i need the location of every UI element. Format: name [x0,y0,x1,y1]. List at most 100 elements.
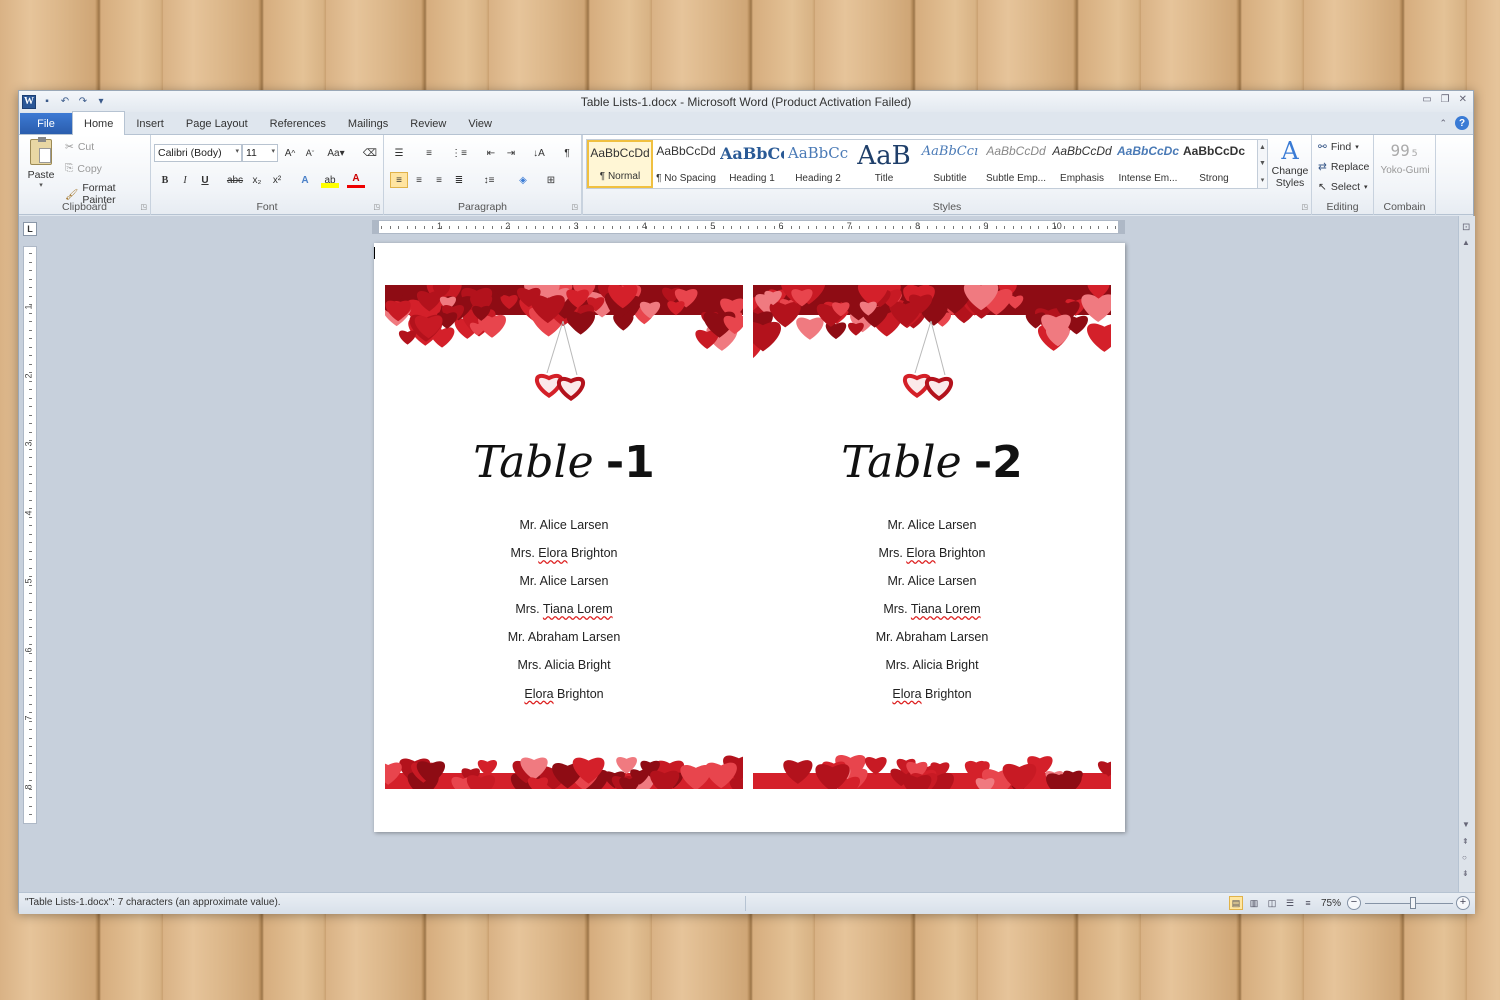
shading-icon[interactable]: ◈ [514,172,532,188]
ruler-tick [398,226,400,229]
ruler-tick [29,593,32,594]
previous-page-icon[interactable]: ⇞ [1462,837,1469,846]
full-screen-reading-icon[interactable]: ▥ [1247,896,1261,910]
close-icon[interactable]: ✕ [1459,94,1467,105]
text-effects-icon[interactable]: A [296,172,314,188]
change-case-icon[interactable]: Aa▾ [327,145,345,161]
ruler-tick [466,226,468,229]
redo-icon[interactable]: ↷ [76,95,90,109]
ruler-tick [731,226,733,229]
minimize-ribbon-icon[interactable]: ⌃ [1439,118,1447,129]
bullets-icon[interactable]: ☰ [390,145,408,161]
zoom-slider-thumb[interactable] [1410,897,1417,909]
heart-shape [566,311,596,335]
cut-button[interactable]: ✂ Cut [65,141,94,153]
vertical-scrollbar[interactable]: ⊡ ▲ ▼ ⇞ ○ ⇟ [1458,216,1475,892]
view-ruler-icon[interactable]: ⊡ [1462,222,1470,233]
tab-selector-icon[interactable]: L [23,222,37,236]
left-margin-marker[interactable] [373,221,379,233]
zoom-slider[interactable] [1365,903,1453,904]
bold-icon[interactable]: B [156,172,174,188]
minimize-icon[interactable]: ▭ [1422,94,1431,105]
highlight-icon[interactable]: ab [321,172,339,188]
superscript-icon[interactable]: x² [268,172,286,188]
tab-review[interactable]: Review [399,113,457,134]
save-icon[interactable]: ▪ [40,95,54,109]
copy-button[interactable]: ⎘ Copy [65,162,102,175]
ruler-tick [29,457,32,458]
decrease-indent-icon[interactable]: ⇤ [482,145,500,161]
ruler-tick [29,516,32,518]
word-icon[interactable]: W [22,94,36,109]
strikethrough-icon[interactable]: abc [226,172,244,188]
horizontal-ruler[interactable]: 1 2 3 4 5 6 7 8 9 10 [372,220,1125,234]
ruler-tick [29,559,32,560]
show-formatting-icon[interactable]: ¶ [558,145,576,161]
subscript-icon[interactable]: x₂ [248,172,266,188]
borders-icon[interactable]: ⊞ [542,172,560,188]
align-center-icon[interactable]: ≡ [410,172,428,188]
outline-icon[interactable]: ☰ [1283,896,1297,910]
dialog-launcher-icon[interactable]: ◳ [571,203,578,211]
underline-icon[interactable]: U [196,172,214,188]
shrink-font-icon[interactable]: Aˇ [301,145,319,161]
copy-label: Copy [77,162,102,175]
font-size-combo[interactable]: 11 ▾ [242,144,278,162]
italic-icon[interactable]: I [176,172,194,188]
tab-view[interactable]: View [457,113,503,134]
restore-icon[interactable]: ❐ [1441,94,1450,105]
next-page-icon[interactable]: ⇟ [1462,869,1469,878]
line-spacing-icon[interactable]: ↕≡ [480,172,498,188]
multilevel-list-icon[interactable]: ⋮≡ [450,145,468,161]
scroll-up-icon[interactable]: ▲ [1462,238,1470,247]
customize-icon[interactable]: ▾ [94,95,108,109]
ruler-tick [29,805,32,807]
clear-formatting-icon[interactable]: ⌫ [361,145,379,161]
web-layout-icon[interactable]: ◫ [1265,896,1279,910]
justify-icon[interactable]: ≣ [450,172,468,188]
font-name-combo[interactable]: Calibri (Body) ▾ [154,144,242,162]
list-item: Mrs. Elora Brighton [878,546,986,561]
select-browse-object-icon[interactable]: ○ [1462,853,1467,862]
document-area: L 1 2 3 4 5 6 7 8 9 10 1 2 3 4 5 6 7 8 Table -1 Mr. Alic… [19,216,1475,892]
right-margin-marker[interactable] [1118,221,1124,233]
align-right-icon[interactable]: ≡ [430,172,448,188]
chevron-down-icon: ▾ [1364,184,1368,191]
print-layout-icon[interactable]: ▤ [1229,896,1243,910]
paste-button[interactable]: Paste ▾ [25,137,57,191]
help-icon[interactable]: ? [1455,116,1469,130]
tab-references[interactable]: References [259,113,337,134]
replace-button[interactable]: ⇄ Replace [1318,161,1369,173]
ruler-tick [29,814,32,815]
dialog-launcher-icon[interactable]: ◳ [1301,203,1308,211]
tab-file[interactable]: File [20,113,72,134]
dialog-launcher-icon[interactable]: ◳ [373,203,380,211]
yoko-gumi-button[interactable]: 99₅ Yoko-Gumi [1376,137,1434,187]
draft-icon[interactable]: ≡ [1301,896,1315,910]
ruler-number: 5 [23,578,34,584]
align-left-icon[interactable]: ≡ [390,172,408,188]
document-page[interactable]: Table -1 Mr. Alice Larsen Mrs. Elora Bri… [374,243,1125,832]
grow-font-icon[interactable]: A ^ [281,145,299,161]
font-color-icon[interactable]: A [347,172,365,188]
zoom-out-icon[interactable]: − [1347,896,1361,910]
tab-home[interactable]: Home [72,111,126,135]
vertical-ruler[interactable]: 12345678 [23,246,37,824]
list-item: Mr. Alice Larsen [519,518,609,532]
increase-indent-icon[interactable]: ⇥ [502,145,520,161]
zoom-in-icon[interactable]: + [1456,896,1470,910]
ruler-tick [29,482,32,484]
scroll-down-icon[interactable]: ▼ [1462,820,1470,829]
tab-mailings[interactable]: Mailings [337,113,399,134]
sort-icon[interactable]: ↓A [530,145,548,161]
dialog-launcher-icon[interactable]: ◳ [140,203,147,211]
ruler-tick [1038,226,1040,229]
undo-icon[interactable]: ↶ [58,95,72,109]
tab-insert[interactable]: Insert [125,113,175,134]
numbering-icon[interactable]: ≡ [420,145,438,161]
tab-page-layout[interactable]: Page Layout [175,113,259,134]
select-button[interactable]: ↖ Select ▾ [1318,181,1368,193]
ruler-tick [935,226,937,229]
zoom-level[interactable]: 75% [1321,898,1341,909]
find-button[interactable]: ⚯ Find ▾ [1318,141,1359,153]
